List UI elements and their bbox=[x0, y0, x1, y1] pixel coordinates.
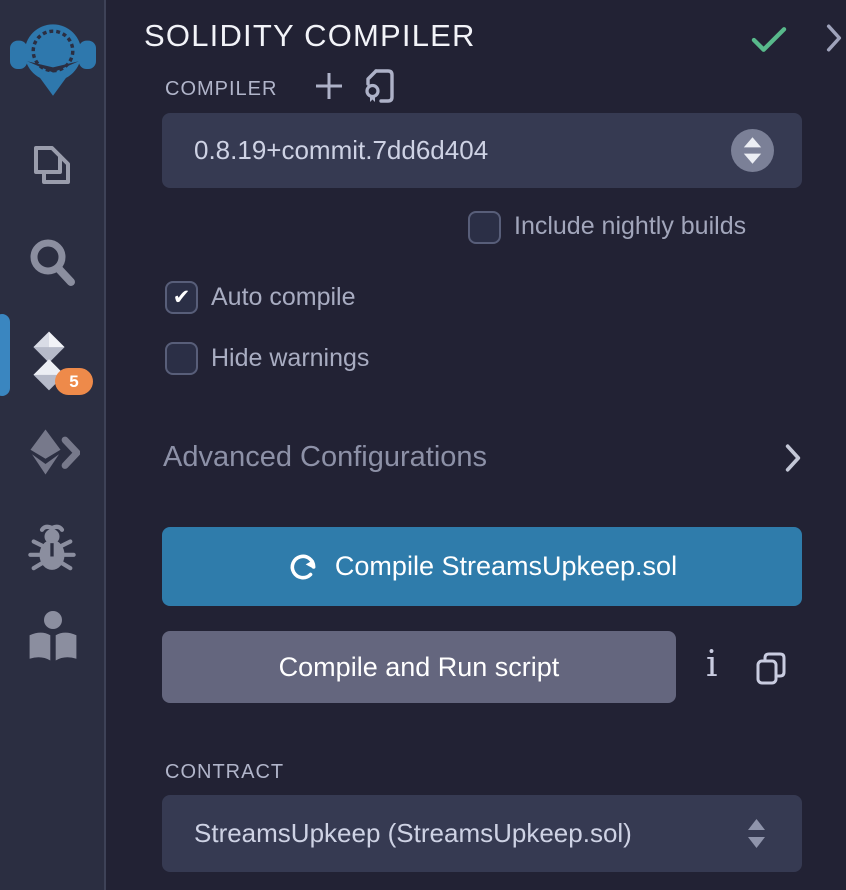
sidebar-item-search[interactable] bbox=[27, 236, 77, 288]
hide-warnings-checkbox[interactable]: ✔ bbox=[165, 342, 198, 375]
add-custom-compiler-button[interactable] bbox=[313, 70, 345, 102]
icon-rail: 5 bbox=[0, 0, 106, 890]
compile-button[interactable]: Compile StreamsUpkeep.sol bbox=[162, 527, 802, 606]
bug-icon bbox=[27, 523, 77, 575]
ethereum-deploy-icon bbox=[26, 426, 80, 478]
compile-and-run-button[interactable]: Compile and Run script bbox=[162, 631, 676, 703]
plus-icon bbox=[313, 70, 345, 102]
collapse-panel-chevron-icon[interactable] bbox=[824, 23, 844, 53]
remix-solidity-compiler-panel: 5 bbox=[0, 0, 846, 890]
badge-count: 5 bbox=[69, 372, 78, 392]
include-nightly-label[interactable]: Include nightly builds bbox=[514, 212, 746, 241]
compile-and-run-label: Compile and Run script bbox=[279, 652, 560, 683]
auto-compile-label[interactable]: Auto compile bbox=[211, 283, 356, 312]
advanced-configurations-label: Advanced Configurations bbox=[163, 441, 487, 474]
hide-warnings-label[interactable]: Hide warnings bbox=[211, 344, 369, 373]
include-nightly-checkbox[interactable]: ✔ bbox=[468, 211, 501, 244]
advanced-configurations-toggle[interactable]: Advanced Configurations bbox=[163, 441, 803, 474]
files-icon bbox=[28, 138, 74, 188]
chevron-right-icon bbox=[783, 443, 803, 473]
sidebar-item-file-explorer[interactable] bbox=[28, 138, 74, 188]
contract-selected-value: StreamsUpkeep (StreamsUpkeep.sol) bbox=[162, 818, 632, 849]
remix-logo-icon bbox=[10, 13, 96, 101]
sidebar-item-learneth[interactable] bbox=[26, 610, 80, 666]
compile-error-badge: 5 bbox=[55, 368, 93, 395]
book-reader-icon bbox=[26, 610, 80, 666]
checkmark-glyph: ✔ bbox=[173, 287, 191, 308]
file-certificate-icon bbox=[363, 68, 397, 104]
compiler-version-select[interactable]: 0.8.19+commit.7dd6d404 bbox=[162, 113, 802, 188]
compiler-version-value: 0.8.19+commit.7dd6d404 bbox=[162, 135, 488, 166]
remix-logo[interactable] bbox=[10, 13, 96, 101]
compile-button-label: Compile StreamsUpkeep.sol bbox=[335, 551, 677, 582]
refresh-icon bbox=[287, 551, 319, 583]
version-select-arrows-icon bbox=[731, 129, 774, 172]
solidity-compiler-panel: SOLIDITY COMPILER COMPILER bbox=[108, 0, 846, 890]
sidebar-item-deploy-run[interactable] bbox=[26, 426, 80, 478]
panel-title: SOLIDITY COMPILER bbox=[144, 18, 476, 54]
contract-select-arrows-icon bbox=[747, 819, 766, 848]
compiler-license-button[interactable] bbox=[363, 68, 397, 104]
contract-select[interactable]: StreamsUpkeep (StreamsUpkeep.sol) bbox=[162, 795, 802, 872]
copy-icon[interactable] bbox=[754, 650, 788, 688]
compile-success-check-icon bbox=[750, 26, 788, 54]
auto-compile-checkbox[interactable]: ✔ bbox=[165, 281, 198, 314]
info-icon[interactable]: i bbox=[706, 644, 718, 685]
active-plugin-indicator bbox=[0, 314, 10, 396]
compiler-section-label: COMPILER bbox=[165, 78, 277, 101]
search-icon bbox=[27, 236, 77, 288]
contract-section-label: CONTRACT bbox=[165, 761, 284, 784]
sidebar-item-debugger[interactable] bbox=[27, 523, 77, 575]
